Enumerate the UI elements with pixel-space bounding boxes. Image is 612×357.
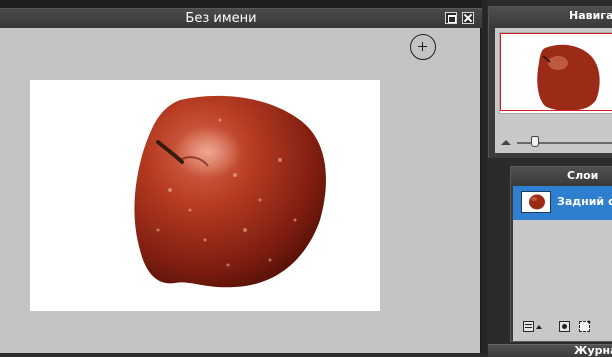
layer-apple-thumb: [529, 194, 545, 210]
navigator-panel: Навигатор: [488, 6, 612, 158]
navigator-title[interactable]: Навигатор: [489, 6, 612, 25]
canvas-workspace[interactable]: [0, 28, 480, 353]
layers-title[interactable]: Слои: [511, 167, 612, 184]
blend-mode-icon[interactable]: [523, 321, 534, 332]
layer-thumbnail: [521, 191, 551, 213]
journal-panel[interactable]: Журнал: [488, 344, 612, 357]
new-layer-icon[interactable]: [579, 319, 592, 332]
document-title: Без имени: [185, 11, 257, 26]
journal-title: Журнал: [574, 344, 612, 357]
zoom-out-icon[interactable]: [501, 139, 511, 145]
apple-image: [134, 95, 326, 288]
layer-row-background[interactable]: Задний фон: [513, 186, 612, 220]
layers-panel: Слои Задний фон: [510, 166, 612, 342]
blend-mode-arrow-icon[interactable]: [536, 325, 542, 329]
layer-mask-icon[interactable]: [559, 321, 570, 332]
layers-list: Задний фон: [513, 186, 612, 341]
close-icon[interactable]: [462, 12, 474, 24]
navigator-viewbox[interactable]: [500, 33, 612, 111]
document-titlebar[interactable]: Без имени: [0, 8, 482, 28]
brush-cursor-icon: [410, 34, 436, 60]
layer-name: Задний фон: [557, 195, 612, 208]
navigator-body: [495, 28, 612, 153]
document-window: Без имени: [0, 0, 482, 353]
zoom-control: [499, 136, 612, 150]
layers-toolbar: [513, 317, 612, 339]
zoom-slider-thumb[interactable]: [531, 136, 539, 147]
canvas-image[interactable]: [30, 80, 380, 311]
panel-divider[interactable]: [483, 0, 487, 353]
maximize-icon[interactable]: [445, 12, 457, 24]
navigator-thumbnail[interactable]: [499, 32, 612, 114]
